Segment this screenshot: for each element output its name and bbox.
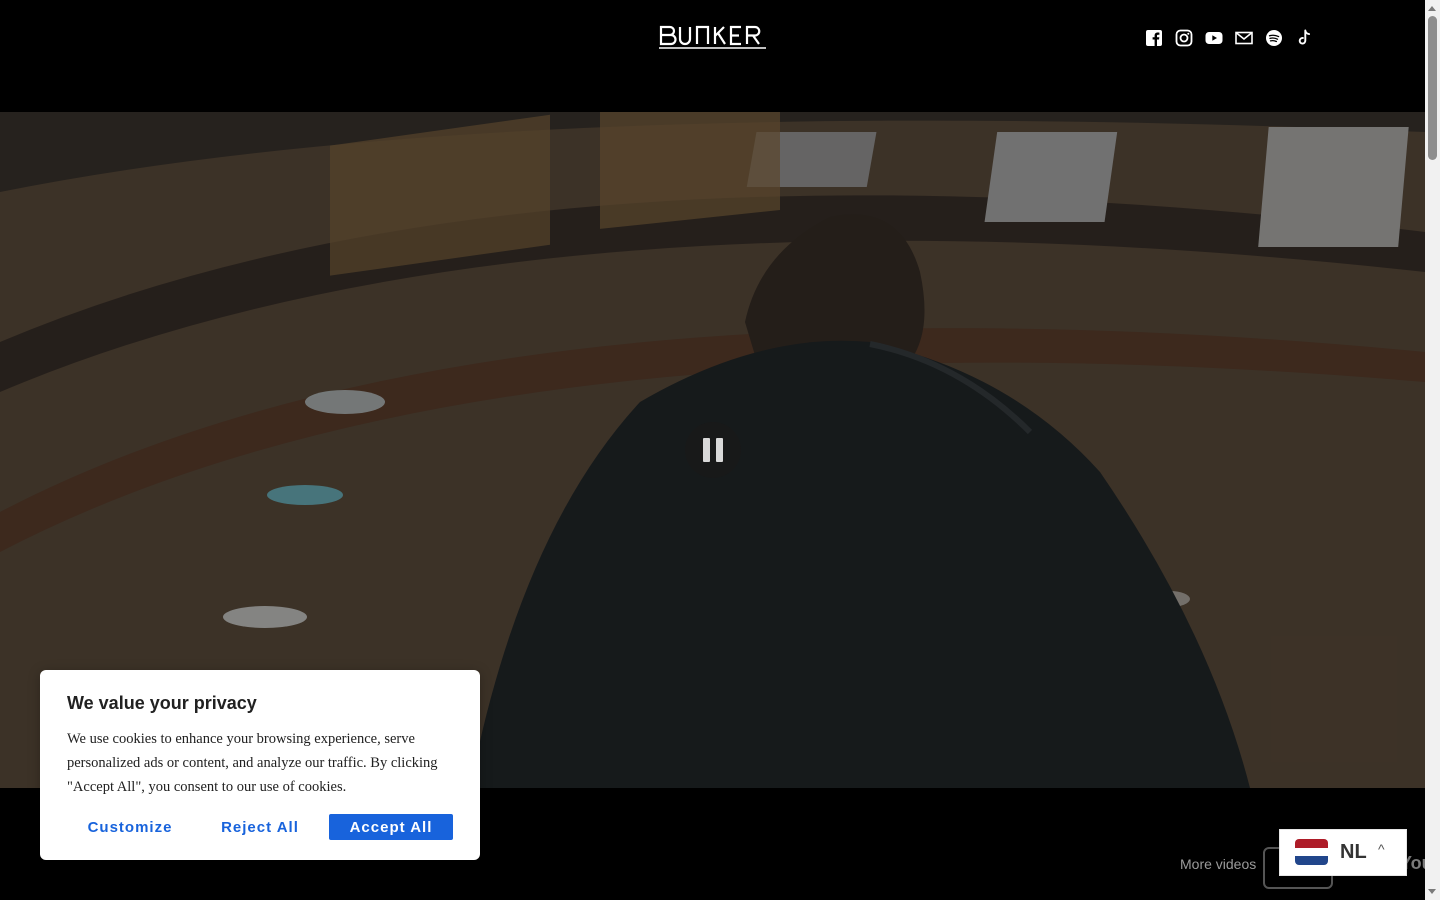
- spotify-icon[interactable]: [1264, 28, 1284, 48]
- reject-all-button[interactable]: Reject All: [219, 814, 301, 840]
- email-icon[interactable]: [1234, 28, 1254, 48]
- site-header: [0, 0, 1425, 112]
- language-code: NL: [1340, 841, 1367, 863]
- tiktok-icon[interactable]: [1294, 28, 1314, 48]
- social-links: [1144, 28, 1314, 48]
- bunker-logo[interactable]: [659, 24, 766, 50]
- scrollbar-thumb[interactable]: [1428, 16, 1437, 160]
- flag-stripe-red: [1295, 839, 1328, 848]
- scroll-up-arrow-icon[interactable]: [1428, 6, 1436, 11]
- cookie-consent-banner: We value your privacy We use cookies to …: [40, 670, 480, 860]
- scroll-down-arrow-icon[interactable]: [1428, 889, 1436, 894]
- language-selector[interactable]: NL ^: [1279, 829, 1407, 876]
- cookie-banner-title: We value your privacy: [67, 693, 257, 713]
- pause-button[interactable]: [685, 422, 741, 478]
- accept-all-button[interactable]: Accept All: [329, 814, 453, 840]
- pause-icon: [703, 438, 710, 462]
- flag-stripe-blue: [1295, 856, 1328, 865]
- logo-wordmark: [659, 25, 766, 49]
- netherlands-flag-icon: [1295, 839, 1328, 865]
- instagram-icon[interactable]: [1174, 28, 1194, 48]
- flag-stripe-white: [1295, 847, 1328, 857]
- facebook-icon[interactable]: [1144, 28, 1164, 48]
- more-videos-label[interactable]: More videos: [1180, 856, 1256, 872]
- pause-icon-bar: [716, 438, 723, 462]
- chevron-up-icon: ^: [1378, 841, 1385, 857]
- cookie-banner-text: We use cookies to enhance your browsing …: [67, 731, 438, 795]
- youtube-icon[interactable]: [1204, 28, 1224, 48]
- scrollbar[interactable]: [1425, 0, 1440, 900]
- customize-button[interactable]: Customize: [85, 814, 175, 840]
